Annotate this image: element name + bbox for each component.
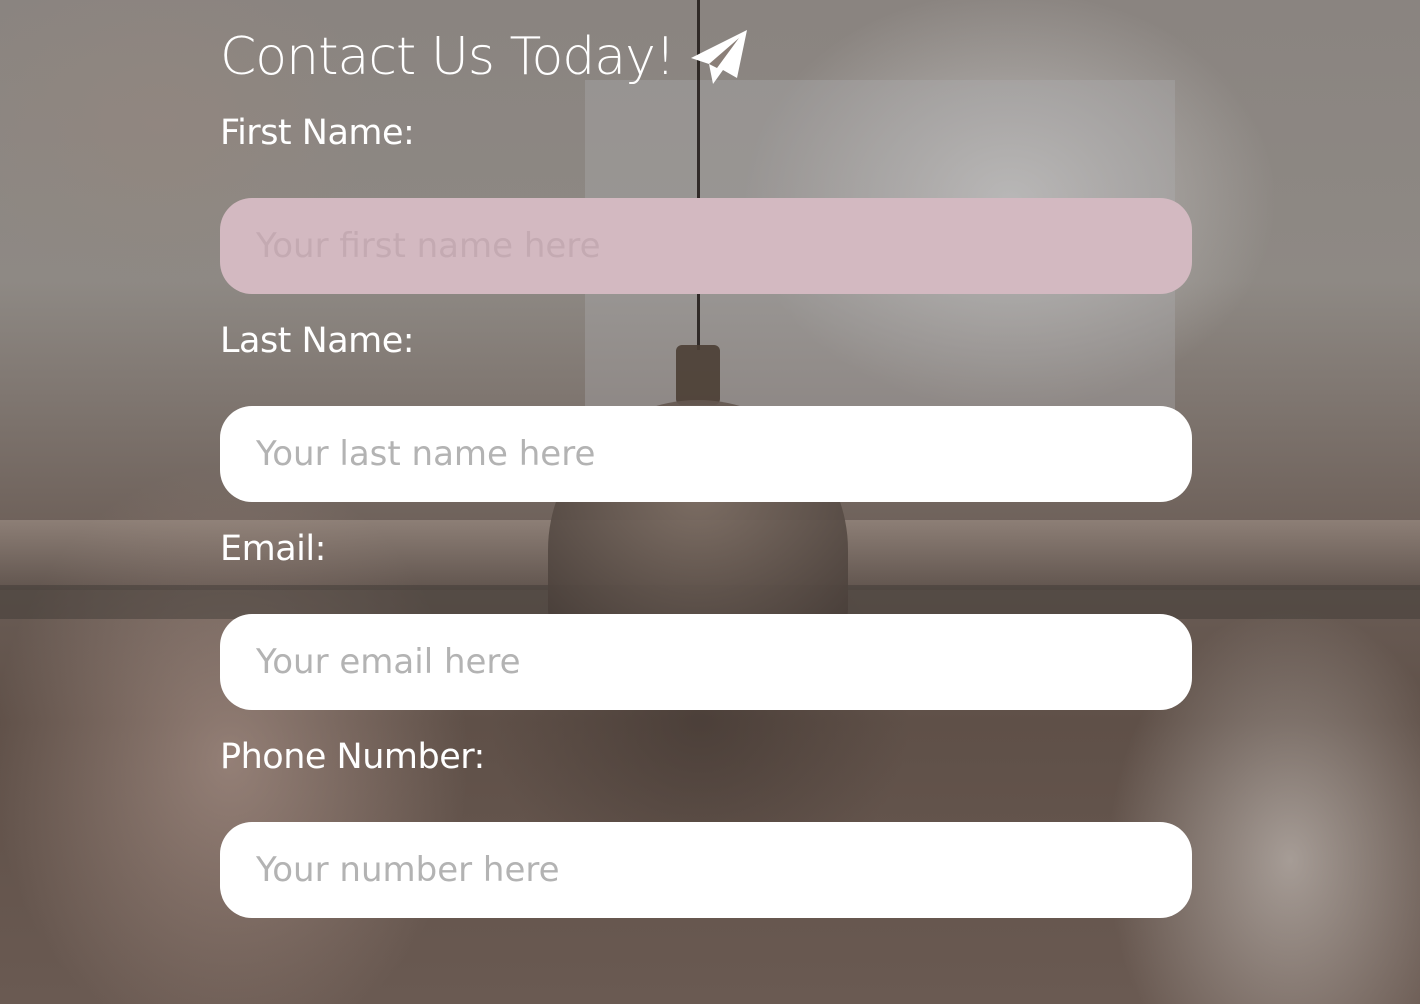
first-name-input[interactable] bbox=[220, 198, 1192, 294]
paper-plane-icon bbox=[690, 30, 747, 84]
contact-form-title-text: Contact Us Today! bbox=[220, 27, 676, 87]
contact-form-title: Contact Us Today! bbox=[220, 24, 749, 90]
email-input[interactable] bbox=[220, 614, 1192, 710]
last-name-input[interactable] bbox=[220, 406, 1192, 502]
email-label: Email: bbox=[220, 529, 326, 569]
last-name-label: Last Name: bbox=[220, 321, 415, 361]
phone-number-label: Phone Number: bbox=[220, 737, 485, 777]
background-lamp-cap bbox=[676, 345, 720, 405]
first-name-label: First Name: bbox=[220, 113, 415, 153]
phone-number-input[interactable] bbox=[220, 822, 1192, 918]
